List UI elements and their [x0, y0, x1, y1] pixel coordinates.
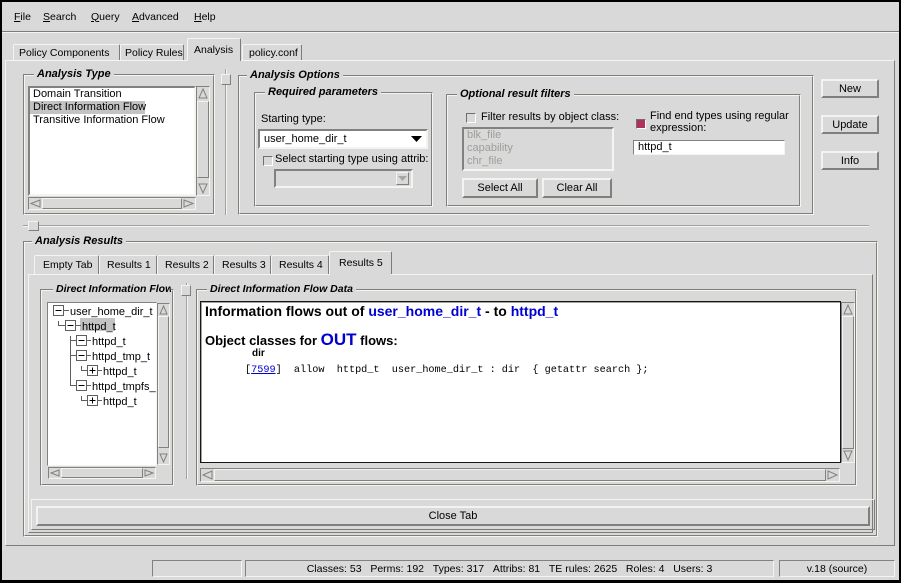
svg-text:httpd_tmpfs_: httpd_tmpfs_ — [92, 381, 156, 393]
svg-text:user_home_dir_t: user_home_dir_t — [70, 306, 153, 318]
svg-text:httpd_t: httpd_t — [82, 321, 116, 333]
svg-text:httpd_tmp_t: httpd_tmp_t — [92, 351, 150, 363]
svg-text:httpd_t: httpd_t — [92, 336, 126, 348]
svg-text:httpd_t: httpd_t — [103, 396, 137, 408]
svg-text:httpd_t: httpd_t — [103, 366, 137, 378]
